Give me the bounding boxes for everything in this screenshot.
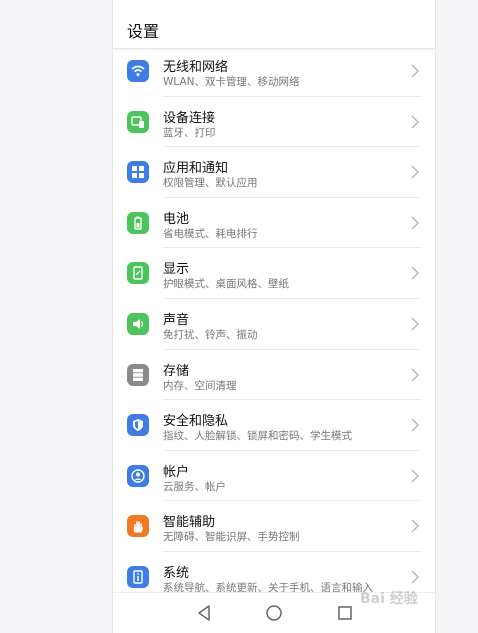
settings-screen: 设置 无线和网络 WLAN、双卡管理、移动网络 设备连接 蓝牙、打印 应用和通知 权限管理… — [112, 0, 436, 633]
chevron-right-icon — [411, 115, 419, 129]
account-icon — [127, 464, 149, 487]
settings-row-title: 显示 — [163, 262, 190, 278]
settings-row[interactable]: 设备连接 蓝牙、打印 — [113, 97, 435, 148]
speaker-icon — [127, 312, 149, 335]
settings-list: 无线和网络 WLAN、双卡管理、移动网络 设备连接 蓝牙、打印 应用和通知 权限管理、默认… — [113, 46, 435, 603]
settings-row-title: 电池 — [163, 211, 190, 227]
chevron-right-icon — [411, 519, 419, 533]
settings-row-title: 系统 — [163, 565, 190, 581]
settings-row-subtitle: 云服务、帐户 — [163, 480, 226, 493]
settings-row-title: 无线和网络 — [163, 60, 229, 75]
settings-row[interactable]: 电池 省电模式、耗电排行 — [113, 198, 435, 249]
settings-row[interactable]: 帐户 云服务、帐户 — [113, 451, 435, 502]
watermark-text: Bai 经验 — [360, 591, 418, 607]
settings-row[interactable]: 显示 护眼模式、桌面风格、壁纸 — [113, 248, 435, 299]
settings-row-title: 应用和通知 — [163, 161, 229, 177]
back-nav-icon[interactable] — [193, 602, 215, 624]
chevron-right-icon — [411, 165, 419, 179]
device-connect-icon — [127, 110, 149, 133]
chevron-right-icon — [411, 368, 419, 382]
settings-row-title: 声音 — [163, 312, 190, 328]
app-header: 设置 — [113, 0, 435, 49]
recents-nav-icon[interactable] — [334, 602, 356, 624]
settings-row-subtitle: 护眼模式、桌面风格、壁纸 — [163, 278, 289, 291]
settings-row[interactable]: 安全和隐私 指纹、人脸解锁、锁屏和密码、学生模式 — [113, 400, 435, 451]
battery-icon — [127, 211, 149, 234]
chevron-right-icon — [411, 418, 419, 432]
settings-row-subtitle: 权限管理、默认应用 — [163, 177, 258, 190]
settings-row-title: 设备连接 — [163, 110, 216, 126]
settings-row-title: 安全和隐私 — [163, 414, 229, 430]
chevron-right-icon — [411, 64, 419, 78]
settings-row-subtitle: 省电模式、耗电排行 — [163, 227, 258, 240]
settings-row-title: 帐户 — [163, 464, 190, 480]
watermark-logo: Bai 经验 — [360, 588, 452, 614]
settings-row[interactable]: 存储 内存、空间清理 — [113, 350, 435, 401]
chevron-right-icon — [411, 570, 419, 584]
settings-row[interactable]: 智能辅助 无障碍、智能识屏、手势控制 — [113, 501, 435, 552]
chevron-right-icon — [411, 216, 419, 230]
apps-grid-icon — [127, 161, 149, 184]
hand-icon — [127, 515, 149, 538]
chevron-right-icon — [411, 469, 419, 483]
home-nav-icon[interactable] — [263, 602, 285, 624]
wifi-icon — [127, 60, 149, 82]
settings-row-subtitle: 无障碍、智能识屏、手势控制 — [163, 531, 300, 544]
display-icon — [127, 262, 149, 285]
settings-row-subtitle: 免打扰、铃声、振动 — [163, 328, 258, 341]
page-title: 设置 — [127, 22, 160, 41]
settings-row-subtitle: 指纹、人脸解锁、锁屏和密码、学生模式 — [163, 430, 352, 443]
shield-icon — [127, 414, 149, 437]
settings-row-subtitle: 内存、空间清理 — [163, 379, 237, 392]
settings-row[interactable]: 声音 免打扰、铃声、振动 — [113, 299, 435, 350]
chevron-right-icon — [411, 266, 419, 280]
storage-icon — [127, 363, 149, 386]
settings-row[interactable]: 应用和通知 权限管理、默认应用 — [113, 147, 435, 198]
settings-row-title: 智能辅助 — [163, 515, 216, 531]
system-info-icon — [127, 565, 149, 588]
chevron-right-icon — [411, 317, 419, 331]
settings-row-subtitle: 蓝牙、打印 — [163, 126, 216, 139]
settings-row-title: 存储 — [163, 363, 190, 379]
settings-row[interactable]: 无线和网络 WLAN、双卡管理、移动网络 — [113, 46, 435, 97]
settings-row-subtitle: WLAN、双卡管理、移动网络 — [163, 76, 300, 88]
